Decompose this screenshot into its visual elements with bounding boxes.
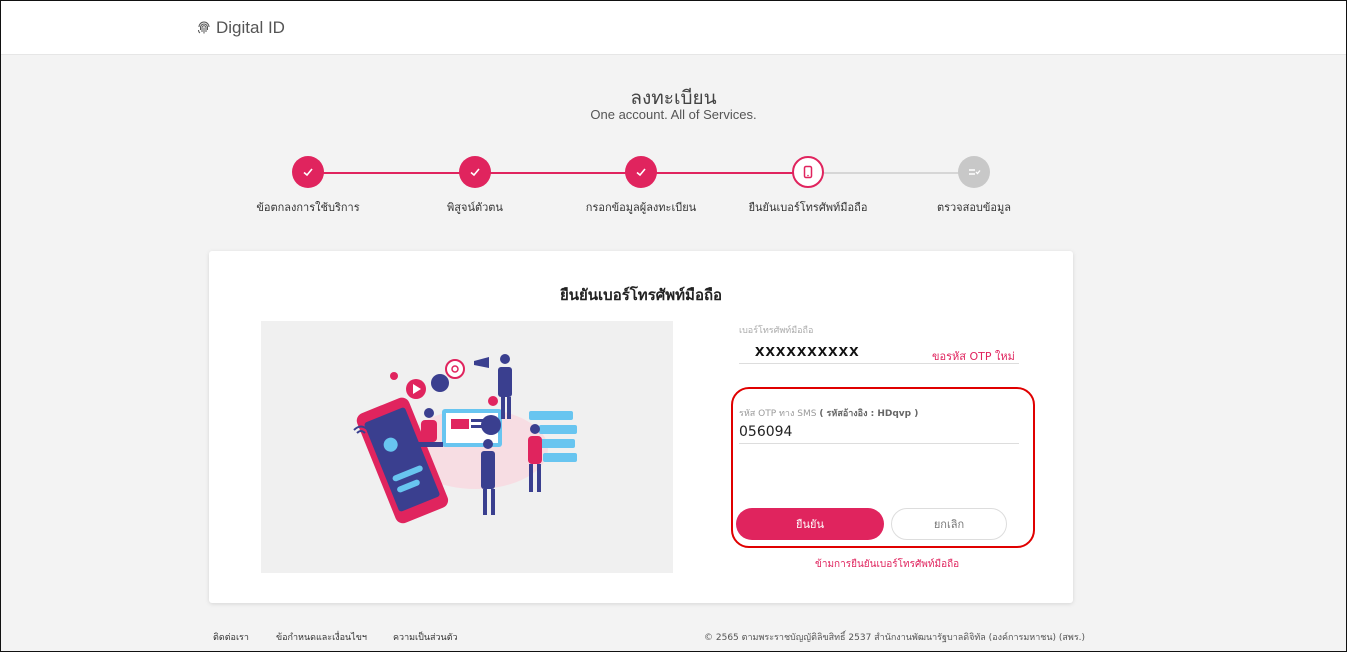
step-label: ยืนยันเบอร์โทรศัพท์มือถือ bbox=[748, 201, 868, 214]
step-review: ตรวจสอบข้อมูล bbox=[884, 156, 1064, 216]
social-media-illustration bbox=[261, 321, 673, 573]
phone-label: เบอร์โทรศัพท์มือถือ bbox=[739, 326, 814, 336]
step-label: ข้อตกลงการใช้บริการ bbox=[256, 201, 360, 214]
step-label: พิสูจน์ตัวตน bbox=[447, 201, 503, 214]
registration-stepper: ข้อตกลงการใช้บริการ พิสูจน์ตัวตน กรอกข้อ… bbox=[1, 156, 1346, 216]
step-identity: พิสูจน์ตัวตน bbox=[385, 156, 565, 216]
brand-logo[interactable]: Digital ID bbox=[197, 18, 285, 38]
page-subtitle: One account. All of Services. bbox=[590, 107, 757, 122]
footer-link-contact[interactable]: ติดต่อเรา bbox=[213, 630, 249, 644]
footer: ติดต่อเรา ข้อกำหนดและเงื่อนไขฯ ความเป็นส… bbox=[1, 621, 1346, 651]
step-verify-phone: ยืนยันเบอร์โทรศัพท์มือถือ bbox=[718, 156, 898, 216]
card-title: ยืนยันเบอร์โทรศัพท์มือถือ bbox=[559, 286, 723, 304]
check-icon bbox=[292, 156, 324, 188]
list-check-icon bbox=[958, 156, 990, 188]
annotation-highlight-box bbox=[731, 387, 1035, 548]
phone-number-value: xxxxxxxxxx bbox=[755, 341, 860, 360]
check-icon bbox=[459, 156, 491, 188]
step-terms: ข้อตกลงการใช้บริการ bbox=[218, 156, 398, 216]
skip-verification-link[interactable]: ข้ามการยืนยันเบอร์โทรศัพท์มือถือ bbox=[815, 557, 959, 572]
footer-link-privacy[interactable]: ความเป็นส่วนตัว bbox=[393, 630, 458, 644]
mobile-phone-icon bbox=[792, 156, 824, 188]
browser-frame: Digital ID ลงทะเบียน One account. All of… bbox=[0, 0, 1347, 652]
footer-copyright: © 2565 ตามพระราชบัญญัติลิขสิทธิ์ 2537 สำ… bbox=[704, 633, 1086, 643]
fingerprint-icon bbox=[198, 21, 210, 34]
check-icon bbox=[625, 156, 657, 188]
footer-link-terms[interactable]: ข้อกำหนดและเงื่อนไขฯ bbox=[276, 630, 367, 644]
top-navbar: Digital ID bbox=[1, 1, 1346, 55]
phone-divider bbox=[739, 363, 1019, 364]
step-label: กรอกข้อมูลผู้ลงทะเบียน bbox=[585, 201, 697, 214]
step-label: ตรวจสอบข้อมูล bbox=[936, 201, 1012, 214]
step-register-info: กรอกข้อมูลผู้ลงทะเบียน bbox=[551, 156, 731, 216]
brand-name: Digital ID bbox=[216, 18, 285, 37]
